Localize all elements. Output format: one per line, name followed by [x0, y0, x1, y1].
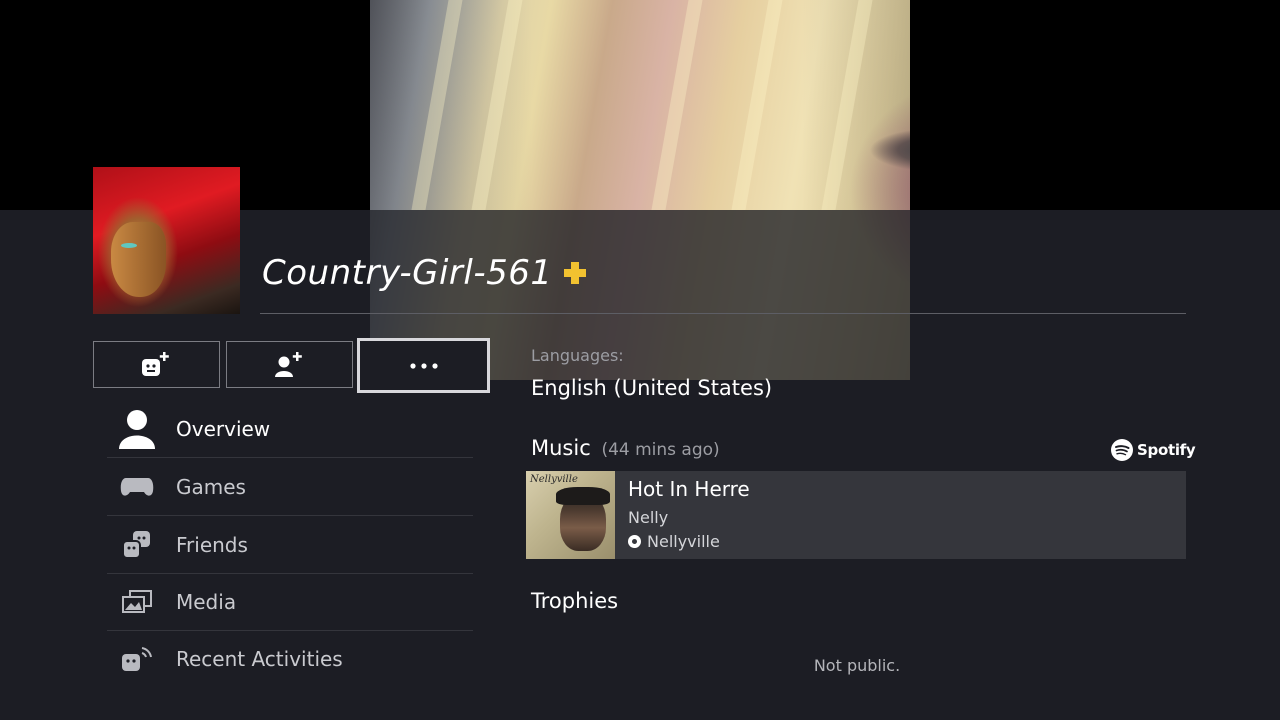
languages-label: Languages: — [531, 346, 624, 365]
menu-item-media[interactable]: Media — [107, 573, 473, 631]
friends-icon — [107, 530, 167, 560]
username-heading: Country-Girl-561 — [262, 248, 587, 298]
menu-label-recent-activities: Recent Activities — [176, 646, 343, 671]
media-icon — [107, 589, 167, 614]
music-heading: Music (44 mins ago) — [531, 436, 720, 460]
menu-item-overview[interactable]: Overview — [107, 400, 473, 458]
add-friend-emoji-button[interactable] — [93, 341, 220, 388]
album-name: Nellyville — [647, 532, 720, 551]
spotify-label: Spotify — [1137, 441, 1196, 459]
trophies-heading: Trophies — [531, 589, 619, 613]
menu-label-games: Games — [176, 474, 246, 499]
person-plus-icon — [274, 351, 302, 377]
trophies-status: Not public. — [813, 656, 901, 675]
menu-label-friends: Friends — [176, 532, 248, 557]
avatar[interactable] — [93, 167, 240, 314]
now-playing-card[interactable]: Nellyville Hot In Herre Nelly Nellyville — [526, 471, 1186, 559]
ellipsis-icon — [409, 362, 438, 369]
track-artist: Nelly — [628, 508, 669, 527]
languages-value: English (United States) — [531, 376, 773, 400]
menu-item-recent-activities[interactable]: Recent Activities — [107, 630, 473, 687]
person-icon — [107, 407, 167, 451]
cover-photo — [370, 0, 910, 380]
album-art: Nellyville — [526, 471, 615, 559]
track-album: Nellyville — [628, 532, 720, 551]
username-text: Country-Girl-561 — [262, 253, 553, 293]
menu-label-media: Media — [176, 589, 237, 614]
album-icon — [628, 535, 641, 548]
header-divider — [260, 313, 1186, 314]
track-title: Hot In Herre — [628, 477, 750, 501]
music-label: Music — [531, 436, 591, 460]
menu-item-games[interactable]: Games — [107, 458, 473, 516]
spotify-logo: Spotify — [1111, 439, 1196, 461]
activity-icon — [107, 644, 167, 674]
playstation-plus-icon — [563, 261, 587, 285]
face-plus-icon — [141, 351, 169, 376]
more-options-button[interactable] — [357, 338, 490, 393]
controller-icon — [107, 476, 167, 498]
add-friend-button[interactable] — [226, 341, 353, 388]
spotify-icon — [1111, 439, 1133, 461]
menu-label-overview: Overview — [176, 416, 271, 441]
music-time: (44 mins ago) — [601, 440, 720, 460]
menu-item-friends[interactable]: Friends — [107, 516, 473, 574]
album-art-text: Nellyville — [530, 474, 578, 485]
profile-screen: Country-Girl-561 Overview Games Friends … — [0, 0, 1280, 720]
